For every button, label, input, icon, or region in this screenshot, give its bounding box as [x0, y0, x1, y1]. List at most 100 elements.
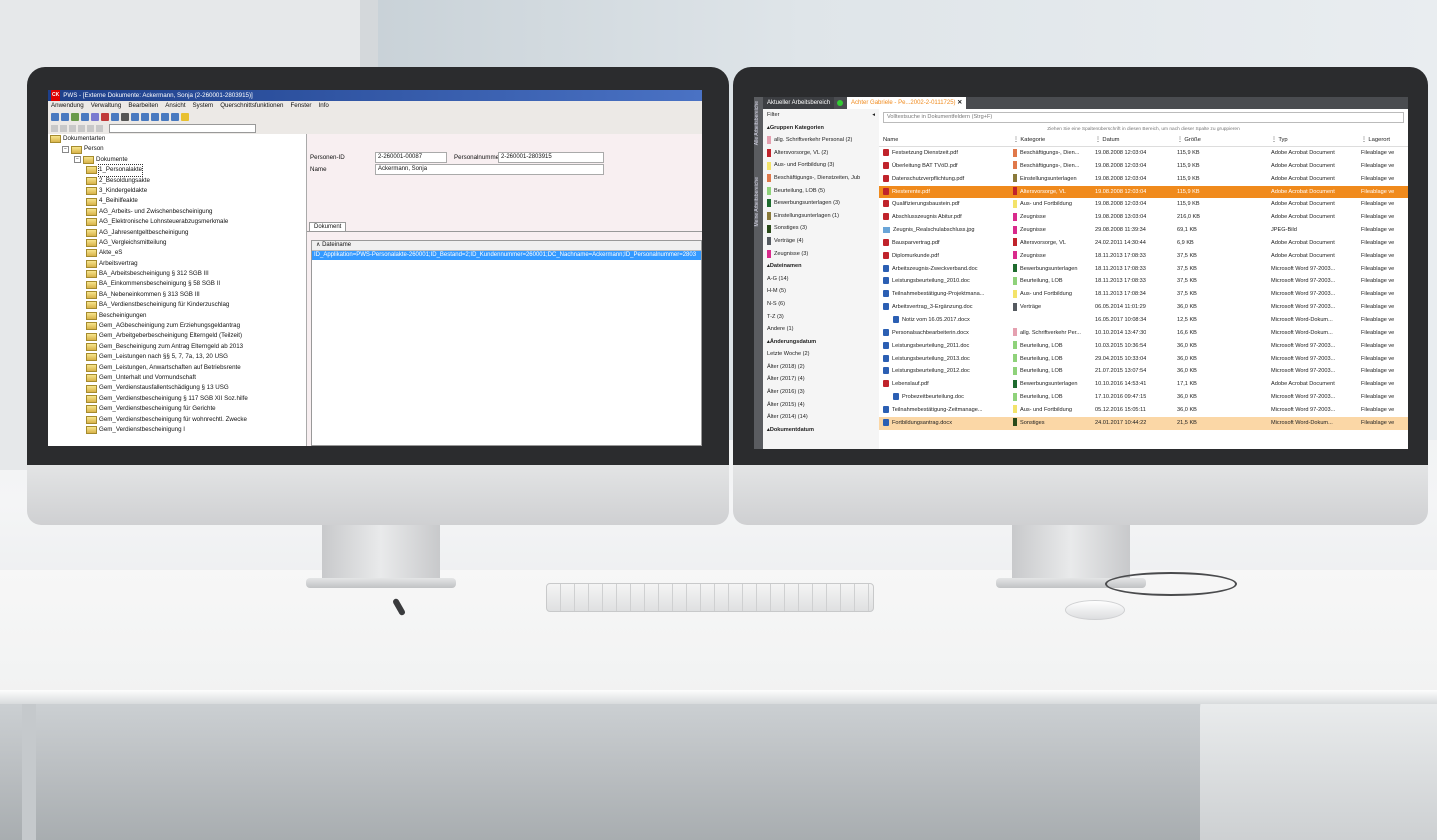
table-row[interactable]: Zeugnis_Realschulabschluss.jpg Zeugnisse 2…	[879, 224, 1408, 237]
table-row[interactable]: Datenschutzverpflichtung.pdf Einstellungs…	[879, 173, 1408, 186]
filter-item[interactable]: T-Z (3)	[763, 311, 879, 324]
filter-item[interactable]: Letzte Woche (2)	[763, 348, 879, 361]
filter-item[interactable]: Älter (2017) (4)	[763, 373, 879, 386]
tree-item[interactable]: 2_Besoldungsakte	[48, 176, 306, 186]
menu-item[interactable]: Fenster	[290, 101, 311, 111]
tool-icon[interactable]	[61, 113, 69, 121]
column-header[interactable]: ⋮ Kategorie	[1013, 135, 1045, 146]
tab-workspace[interactable]: Aktueller Arbeitsbereich	[763, 97, 835, 109]
filter-item[interactable]: allg. Schriftverkehr Personal (2)	[763, 134, 879, 147]
tree-item[interactable]: − Person	[48, 144, 306, 154]
tree-item[interactable]: Gem_Verdienstbescheinigung für Gerichte	[48, 404, 306, 414]
filter-item[interactable]: Sonstiges (3)	[763, 222, 879, 235]
filter-item[interactable]: Beurteilung, LOB (5)	[763, 185, 879, 198]
tool-icon[interactable]	[78, 125, 85, 132]
menu-item[interactable]: Verwaltung	[91, 101, 122, 111]
filter-item[interactable]: Einstellungsunterlagen (1)	[763, 210, 879, 223]
tree-item[interactable]: 3_Kindergeldakte	[48, 186, 306, 196]
tree-item[interactable]: 1_Personalakte	[48, 164, 306, 177]
tree-item[interactable]: AG_Arbeits- und Zwischenbescheinigung	[48, 207, 306, 217]
filter-item[interactable]: Beschäftigungs-, Dienstzeiten, Jub	[763, 172, 879, 185]
tree-item[interactable]: Dokumentarten	[48, 134, 306, 144]
close-icon[interactable]: ✕	[957, 100, 962, 106]
filter-item[interactable]: Andere (1)	[763, 323, 879, 336]
menu-item[interactable]: Info	[318, 101, 328, 111]
tree-item[interactable]: 4_Beihilfeakte	[48, 196, 306, 206]
table-row[interactable]: Leistungsbeurteilung_2010.doc Beurteilung…	[879, 275, 1408, 288]
menu-item[interactable]: Anwendung	[51, 101, 84, 111]
table-row[interactable]: Notiz vom 16.05.2017.docx 16.05.2017 10:0…	[879, 314, 1408, 327]
personalnummer-field[interactable]: 2-260001-2803915	[498, 152, 604, 163]
filter-group-header[interactable]: ▴ Änderungsdatum	[763, 336, 879, 349]
filter-item[interactable]: N-S (6)	[763, 298, 879, 311]
filter-item[interactable]: Älter (2016) (3)	[763, 386, 879, 399]
table-row[interactable]: Arbeitszeugnis-Zweckverband.doc Bewerbung…	[879, 263, 1408, 276]
column-header[interactable]: ⋮ Lagerort	[1361, 135, 1390, 146]
menu-item[interactable]: Bearbeiten	[128, 101, 158, 111]
close-icon[interactable]	[87, 125, 94, 132]
side-tab-all[interactable]: Alle Arbeitsbereiche	[754, 101, 763, 145]
table-row[interactable]: Leistungsbeurteilung_2011.doc Beurteilung…	[879, 340, 1408, 353]
tool-icon[interactable]	[101, 113, 109, 121]
column-header[interactable]: ⋮ Größe	[1177, 135, 1201, 146]
filter-group-header[interactable]: ▴ Dateinamen	[763, 260, 879, 273]
grid-header-dateiname[interactable]: ∧ Dateiname	[312, 241, 701, 251]
tree-item[interactable]: Gem_Verdienstbescheinigung I	[48, 425, 306, 435]
table-row[interactable]: Personalsachbearbeiterin.docx allg. Schri…	[879, 327, 1408, 340]
tool-icon[interactable]	[121, 113, 129, 121]
grid-row[interactable]: ID_Applikation=PWS-Personalakte-260001;I…	[312, 251, 701, 260]
tool-icon[interactable]	[60, 125, 67, 132]
tree-item[interactable]: AG_Elektronische Lohnsteuerabzugsmerkmal…	[48, 217, 306, 227]
tree-item[interactable]: BA_Nebeneinkommen § 313 SGB III	[48, 290, 306, 300]
filter-item[interactable]: Aus- und Fortbildung (3)	[763, 159, 879, 172]
tree-item[interactable]: Bescheinigungen	[48, 311, 306, 321]
filter-item[interactable]: H-M (5)	[763, 285, 879, 298]
menu-item[interactable]: System	[193, 101, 214, 111]
tab-document[interactable]: Achter Gabriele - Pe...2002-2-0111725) ✕	[847, 97, 967, 109]
table-row[interactable]: Bausparvertrag.pdf Altersvorsorge, VL 24.0…	[879, 237, 1408, 250]
tree-item[interactable]: Gem_Leistungen nach §§ 5, 7, 7a, 13, 20 …	[48, 352, 306, 362]
table-row[interactable]: Probezeitbeurteilung.doc Beurteilung, LOB…	[879, 391, 1408, 404]
tool-icon[interactable]	[141, 113, 149, 121]
tree-item[interactable]: BA_Verdienstbescheinigung für Kinderzusc…	[48, 300, 306, 310]
tool-icon[interactable]	[96, 125, 103, 132]
tree-item[interactable]: BA_Einkommensbescheinigung § 58 SGB II	[48, 279, 306, 289]
tool-icon[interactable]	[81, 113, 89, 121]
table-row[interactable]: Abschlusszeugnis Abitur.pdf Zeugnisse 19.0…	[879, 211, 1408, 224]
filter-item[interactable]: Älter (2014) (14)	[763, 411, 879, 424]
column-header[interactable]: Name	[883, 135, 898, 146]
tool-icon[interactable]	[51, 113, 59, 121]
filter-group-header[interactable]: ▴ Dokumentdatum	[763, 424, 879, 437]
warning-icon[interactable]	[181, 113, 189, 121]
table-row[interactable]: Teilnahmebestätigung-Projektmana... Aus- …	[879, 288, 1408, 301]
tab-dokument[interactable]: Dokument	[309, 222, 347, 231]
tree-item[interactable]: BA_Arbeitsbescheinigung § 312 SGB III	[48, 269, 306, 279]
tool-icon[interactable]	[91, 113, 99, 121]
document-type-combobox[interactable]	[109, 124, 256, 133]
tree-item[interactable]: Gem_Leistungen, Anwartschaften auf Betri…	[48, 363, 306, 373]
tool-icon[interactable]	[111, 113, 119, 121]
column-header[interactable]: ⋮ Typ	[1271, 135, 1288, 146]
personen-id-field[interactable]: 2-260001-00087	[375, 152, 447, 163]
collapse-icon[interactable]: −	[62, 146, 69, 154]
tree-item[interactable]: Gem_Arbeitgeberbescheinigung Elterngeld …	[48, 331, 306, 341]
filter-group-header[interactable]: ▴ Gruppen Kategorien	[763, 122, 879, 135]
table-row[interactable]: Teilnahmebestätigung-Zeitmanage... Aus- u…	[879, 404, 1408, 417]
tree-item[interactable]: Gem_Bescheinigung zum Antrag Elterngeld …	[48, 342, 306, 352]
column-header[interactable]: ⋮ Datum	[1095, 135, 1120, 146]
tool-icon[interactable]	[171, 113, 179, 121]
tree-item[interactable]: Gem_Verdienstbescheinigung § 117 SGB XII…	[48, 394, 306, 404]
side-tab-mine[interactable]: Meine Arbeitsbereiche	[754, 177, 763, 226]
filter-item[interactable]: Bewerbungsunterlagen (3)	[763, 197, 879, 210]
search-input[interactable]: Volltextsuche in Dokumentfeldern (Strg+F…	[883, 112, 1404, 123]
menu-item[interactable]: Ansicht	[165, 101, 185, 111]
table-row[interactable]: Qualifizierungsbaustein.pdf Aus- und Fort…	[879, 198, 1408, 211]
tree-item[interactable]: Akte_eS	[48, 248, 306, 258]
tool-icon[interactable]	[151, 113, 159, 121]
tree-item[interactable]: AG_Vergleichsmitteilung	[48, 238, 306, 248]
filter-item[interactable]: Älter (2018) (2)	[763, 361, 879, 374]
table-row[interactable]: Diplomurkunde.pdf Zeugnisse 18.11.2013 17:…	[879, 250, 1408, 263]
tool-icon[interactable]	[71, 113, 79, 121]
tree-item[interactable]: Arbeitsvertrag	[48, 259, 306, 269]
tree-item[interactable]: − Dokumente	[48, 155, 306, 165]
